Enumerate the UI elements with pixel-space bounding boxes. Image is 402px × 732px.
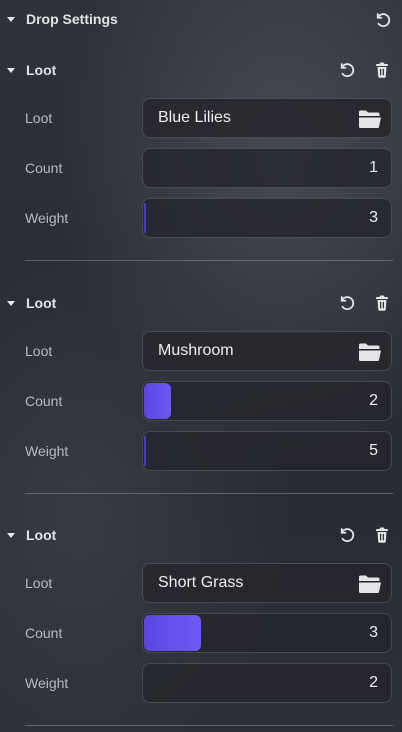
count-slider[interactable]: 1 [142,148,392,188]
collapse-triangle-icon[interactable] [7,533,15,538]
loot-entry: Loot Loot Mushroom Count 2 Weight 5 [0,233,402,494]
count-slider[interactable]: 3 [142,613,392,653]
loot-entry: Loot Loot Blue Lilies Count 1 Weight 3 [0,0,402,261]
count-slider-fill [144,382,172,419]
reset-icon[interactable] [336,524,358,546]
weight-label: Weight [25,442,69,459]
count-label: Count [25,160,63,176]
collapse-triangle-icon[interactable] [7,300,15,306]
loot-item-select[interactable]: Short Grass [142,563,392,603]
reset-icon[interactable] [336,292,358,314]
weight-slider-fill [144,203,146,233]
loot-item-select[interactable]: Blue Lilies [142,98,392,138]
folder-icon[interactable] [358,574,382,594]
count-value: 1 [369,159,378,176]
weight-value: 3 [369,209,378,226]
weight-value: 2 [369,674,378,691]
weight-slider-fill [144,435,146,466]
count-label: Count [25,392,63,409]
collapse-triangle-icon[interactable] [7,68,15,73]
weight-slider[interactable]: 2 [142,663,392,703]
loot-label: Loot [25,342,53,359]
weight-value: 5 [369,441,378,459]
trash-icon[interactable] [371,524,393,546]
weight-label: Weight [25,675,69,691]
loot-label: Loot [25,575,53,591]
trash-icon[interactable] [371,59,393,81]
loot-entry-title: Loot [26,62,57,78]
loot-item-value: Short Grass [158,574,244,591]
loot-item-value: Blue Lilies [158,109,231,126]
loot-label: Loot [25,110,53,126]
count-slider[interactable]: 2 [142,380,392,421]
loot-entry: Loot Loot Short Grass Count 3 Weight 2 [0,465,402,726]
drop-settings-panel: Drop Settings Loot Loot Blue Lilies Coun… [0,0,402,732]
section-divider [25,725,393,726]
folder-icon[interactable] [358,109,382,129]
loot-entry-title: Loot [26,294,57,311]
count-label: Count [25,625,63,641]
weight-label: Weight [25,210,69,226]
count-value: 3 [369,624,378,641]
loot-item-select[interactable]: Mushroom [142,330,392,371]
trash-icon[interactable] [371,292,393,314]
loot-item-value: Mushroom [158,341,234,359]
folder-icon[interactable] [358,342,382,362]
loot-entry-title: Loot [26,527,57,543]
count-value: 2 [369,391,378,409]
count-slider-fill [144,615,202,651]
reset-icon[interactable] [336,59,358,81]
